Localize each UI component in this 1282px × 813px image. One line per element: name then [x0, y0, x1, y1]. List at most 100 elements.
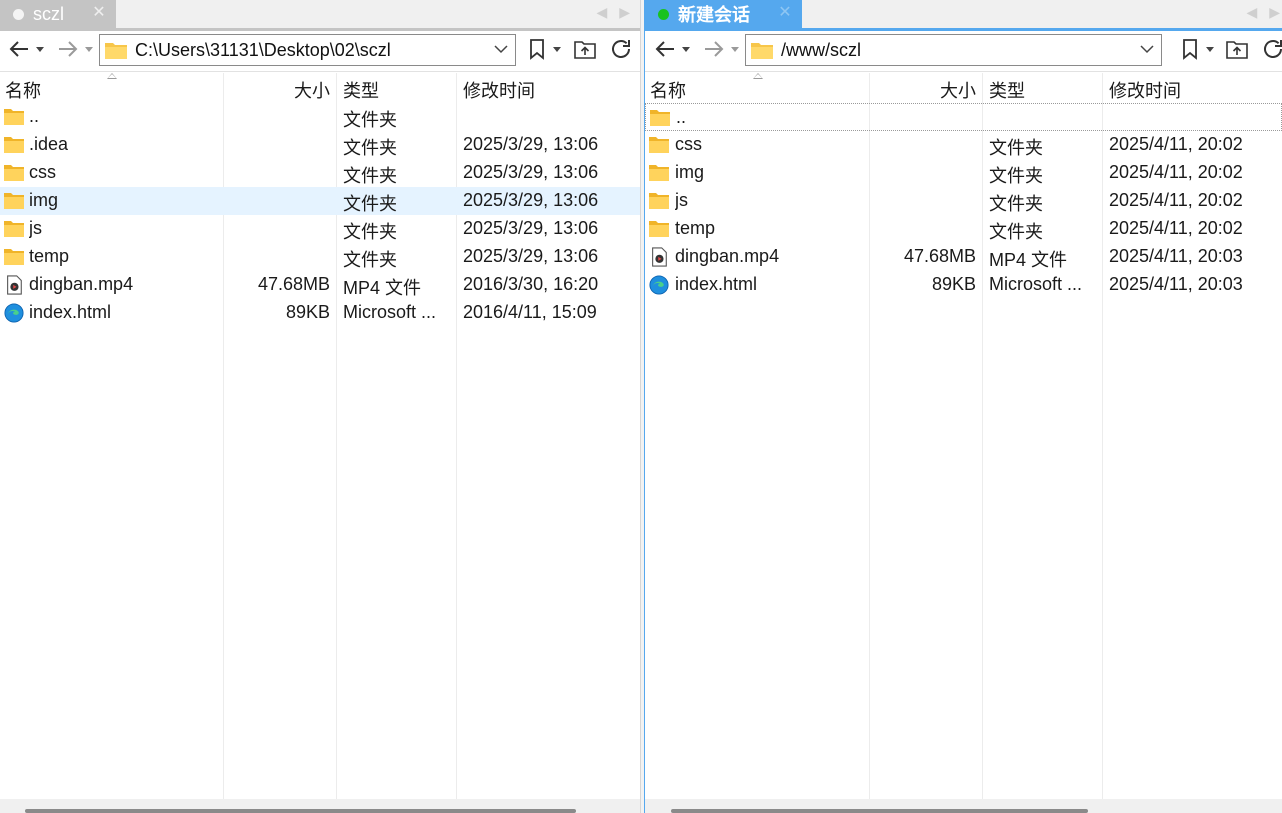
bookmark-dropdown[interactable] — [1204, 34, 1216, 64]
file-modified: 2025/3/29, 13:06 — [463, 134, 599, 154]
back-button[interactable] — [6, 34, 32, 64]
column-modified[interactable]: 修改时间 — [463, 77, 535, 103]
file-row[interactable]: index.html 89KB Microsoft ... 2025/4/11, 20… — [645, 271, 1282, 299]
scrollbar-thumb[interactable] — [25, 809, 576, 813]
bookmark-dropdown[interactable] — [551, 34, 563, 64]
file-type: 文件夹 — [343, 166, 397, 186]
remote-toolbar: /www/sczl — [645, 31, 1282, 69]
remote-path-field[interactable]: /www/sczl — [745, 34, 1162, 66]
remote-tab-bar: 新建会话 ✕ ◀ ▶ — [645, 0, 1282, 28]
tab-scroll-left-icon[interactable]: ◀ — [1246, 4, 1257, 21]
file-name: css — [675, 134, 702, 154]
session-status-dot — [13, 8, 24, 20]
file-size: 89KB — [931, 274, 976, 294]
chevron-down-icon[interactable] — [493, 41, 509, 57]
file-row[interactable]: .. — [645, 103, 1282, 131]
tab-title: 新建会话 — [678, 5, 750, 25]
column-modified[interactable]: 修改时间 — [1109, 77, 1181, 103]
file-row[interactable]: img 文件夹 2025/4/11, 20:02 — [645, 159, 1282, 187]
column-size[interactable]: 大小 — [940, 77, 976, 103]
back-history-dropdown[interactable] — [34, 34, 46, 64]
forward-history-dropdown[interactable] — [83, 34, 95, 64]
tab-scroll-right-icon[interactable]: ▶ — [619, 4, 630, 21]
column-name[interactable]: 名称 — [5, 77, 41, 103]
column-type[interactable]: 类型 — [989, 77, 1025, 103]
file-name: .. — [29, 106, 40, 126]
scrollbar-thumb[interactable] — [671, 809, 1088, 813]
back-button[interactable] — [652, 34, 678, 64]
forward-button[interactable] — [701, 34, 727, 64]
chevron-down-icon — [731, 46, 739, 52]
file-row[interactable]: index.html 89KB Microsoft ... 2016/4/11, 15… — [0, 299, 640, 327]
folder-icon — [3, 131, 27, 159]
chevron-down-icon[interactable] — [1139, 41, 1155, 57]
file-name: .. — [676, 107, 687, 127]
file-type: 文件夹 — [989, 166, 1043, 186]
folder-icon — [3, 243, 27, 271]
file-name: css — [29, 162, 56, 182]
horizontal-scrollbar[interactable] — [0, 799, 640, 813]
file-name: dingban.mp4 — [29, 274, 134, 294]
arrow-right-icon — [59, 41, 78, 57]
close-icon[interactable]: ✕ — [776, 4, 794, 22]
file-type: 文件夹 — [343, 250, 397, 270]
folder-icon — [3, 187, 27, 215]
local-pane: sczl ✕ ◀ ▶ C:\Users\31131\Desktop\02\scz… — [0, 0, 640, 813]
file-name: dingban.mp4 — [675, 246, 780, 266]
column-name[interactable]: 名称 — [650, 77, 686, 103]
file-size: 89KB — [285, 302, 330, 322]
file-type: 文件夹 — [343, 138, 397, 158]
tab-title: sczl — [33, 3, 64, 24]
file-row[interactable]: .. 文件夹 — [0, 103, 640, 131]
bookmark-button[interactable] — [524, 34, 550, 64]
folder-icon — [648, 159, 672, 187]
file-type: 文件夹 — [343, 194, 397, 214]
file-type: 文件夹 — [989, 138, 1043, 158]
parent-folder-button[interactable] — [571, 34, 599, 64]
file-type: MP4 文件 — [343, 278, 422, 298]
toolbar-divider — [0, 71, 640, 72]
refresh-button[interactable] — [1259, 34, 1282, 64]
file-type: MP4 文件 — [989, 250, 1068, 270]
file-row[interactable]: css 文件夹 2025/3/29, 13:06 — [0, 159, 640, 187]
file-row[interactable]: temp 文件夹 2025/3/29, 13:06 — [0, 243, 640, 271]
file-row[interactable]: css 文件夹 2025/4/11, 20:02 — [645, 131, 1282, 159]
file-modified: 2025/4/11, 20:03 — [1109, 274, 1243, 294]
local-column-header: 名称 大小 类型 修改时间 — [0, 73, 640, 103]
file-modified: 2025/3/29, 13:06 — [463, 246, 599, 266]
video-file-icon — [3, 271, 27, 299]
tab-local-sczl[interactable]: sczl ✕ — [0, 0, 116, 28]
file-name: .idea — [29, 134, 69, 154]
file-row[interactable]: js 文件夹 2025/3/29, 13:06 — [0, 215, 640, 243]
file-row[interactable]: temp 文件夹 2025/4/11, 20:02 — [645, 215, 1282, 243]
file-type: Microsoft ... — [989, 274, 1083, 294]
bookmark-button[interactable] — [1177, 34, 1203, 64]
tab-scroll-left-icon[interactable]: ◀ — [596, 4, 607, 21]
refresh-button[interactable] — [607, 34, 635, 64]
folder-icon — [751, 43, 773, 59]
file-row[interactable]: .idea 文件夹 2025/3/29, 13:06 — [0, 131, 640, 159]
tab-scroll-right-icon[interactable]: ▶ — [1269, 4, 1280, 21]
local-path-text: C:\Users\31131\Desktop\02\sczl — [135, 39, 391, 60]
file-row[interactable]: img 文件夹 2025/3/29, 13:06 — [0, 187, 640, 215]
refresh-icon — [1264, 40, 1282, 58]
file-modified: 2025/4/11, 20:02 — [1109, 190, 1243, 210]
file-name: img — [675, 162, 705, 182]
close-icon[interactable]: ✕ — [90, 4, 108, 22]
file-row[interactable]: dingban.mp4 47.68MB MP4 文件 2025/4/11, 20:03 — [645, 243, 1282, 271]
back-history-dropdown[interactable] — [680, 34, 692, 64]
folder-icon — [649, 104, 673, 132]
column-size[interactable]: 大小 — [294, 77, 330, 103]
column-type[interactable]: 类型 — [343, 77, 379, 103]
tab-new-session[interactable]: 新建会话 ✕ — [645, 0, 802, 28]
file-type: 文件夹 — [989, 194, 1043, 214]
file-row[interactable]: js 文件夹 2025/4/11, 20:02 — [645, 187, 1282, 215]
horizontal-scrollbar[interactable] — [645, 799, 1282, 813]
forward-button[interactable] — [55, 34, 81, 64]
local-tab-bar: sczl ✕ ◀ ▶ — [0, 0, 640, 28]
parent-folder-button[interactable] — [1223, 34, 1251, 64]
forward-history-dropdown[interactable] — [729, 34, 741, 64]
local-path-field[interactable]: C:\Users\31131\Desktop\02\sczl — [99, 34, 516, 66]
file-row[interactable]: dingban.mp4 47.68MB MP4 文件 2016/3/30, 16:20 — [0, 271, 640, 299]
folder-icon — [648, 131, 672, 159]
